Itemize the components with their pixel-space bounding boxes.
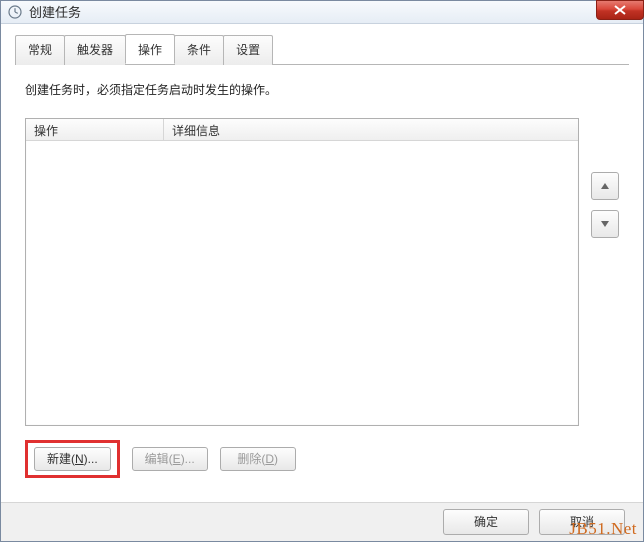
reorder-buttons <box>591 118 619 426</box>
delete-button[interactable]: 删除(D) <box>220 447 296 471</box>
arrow-down-icon <box>600 220 610 228</box>
tab-strip: 常规 触发器 操作 条件 设置 <box>15 34 629 65</box>
move-up-button[interactable] <box>591 172 619 200</box>
instruction-text: 创建任务时，必须指定任务启动时发生的操作。 <box>25 81 619 98</box>
column-header-details[interactable]: 详细信息 <box>164 119 578 140</box>
tab-actions[interactable]: 操作 <box>125 34 175 64</box>
edit-button[interactable]: 编辑(E)... <box>132 447 208 471</box>
dialog-window: 创建任务 常规 触发器 操作 条件 设置 创建任务时，必须指定任务启动时发生的操… <box>0 0 644 542</box>
clock-icon <box>7 4 23 20</box>
actions-list[interactable]: 操作 详细信息 <box>25 118 579 426</box>
action-buttons-row: 新建(N)... 编辑(E)... 删除(D) <box>25 440 619 478</box>
move-down-button[interactable] <box>591 210 619 238</box>
new-button[interactable]: 新建(N)... <box>34 447 111 471</box>
tab-conditions[interactable]: 条件 <box>174 35 224 65</box>
client-area: 常规 触发器 操作 条件 设置 创建任务时，必须指定任务启动时发生的操作。 操作… <box>1 24 643 502</box>
cancel-button[interactable]: 取消 <box>539 509 625 535</box>
tab-general[interactable]: 常规 <box>15 35 65 65</box>
dialog-footer: 确定 取消 <box>1 502 643 541</box>
column-header-action[interactable]: 操作 <box>26 119 164 140</box>
table-header: 操作 详细信息 <box>26 119 578 141</box>
arrow-up-icon <box>600 182 610 190</box>
titlebar: 创建任务 <box>1 1 643 24</box>
highlight-annotation: 新建(N)... <box>25 440 120 478</box>
ok-button[interactable]: 确定 <box>443 509 529 535</box>
tab-triggers[interactable]: 触发器 <box>64 35 126 65</box>
tab-settings[interactable]: 设置 <box>223 35 273 65</box>
tab-content-actions: 创建任务时，必须指定任务启动时发生的操作。 操作 详细信息 <box>15 65 629 488</box>
close-icon <box>614 5 626 15</box>
window-title: 创建任务 <box>29 2 81 21</box>
close-button[interactable] <box>596 0 644 20</box>
